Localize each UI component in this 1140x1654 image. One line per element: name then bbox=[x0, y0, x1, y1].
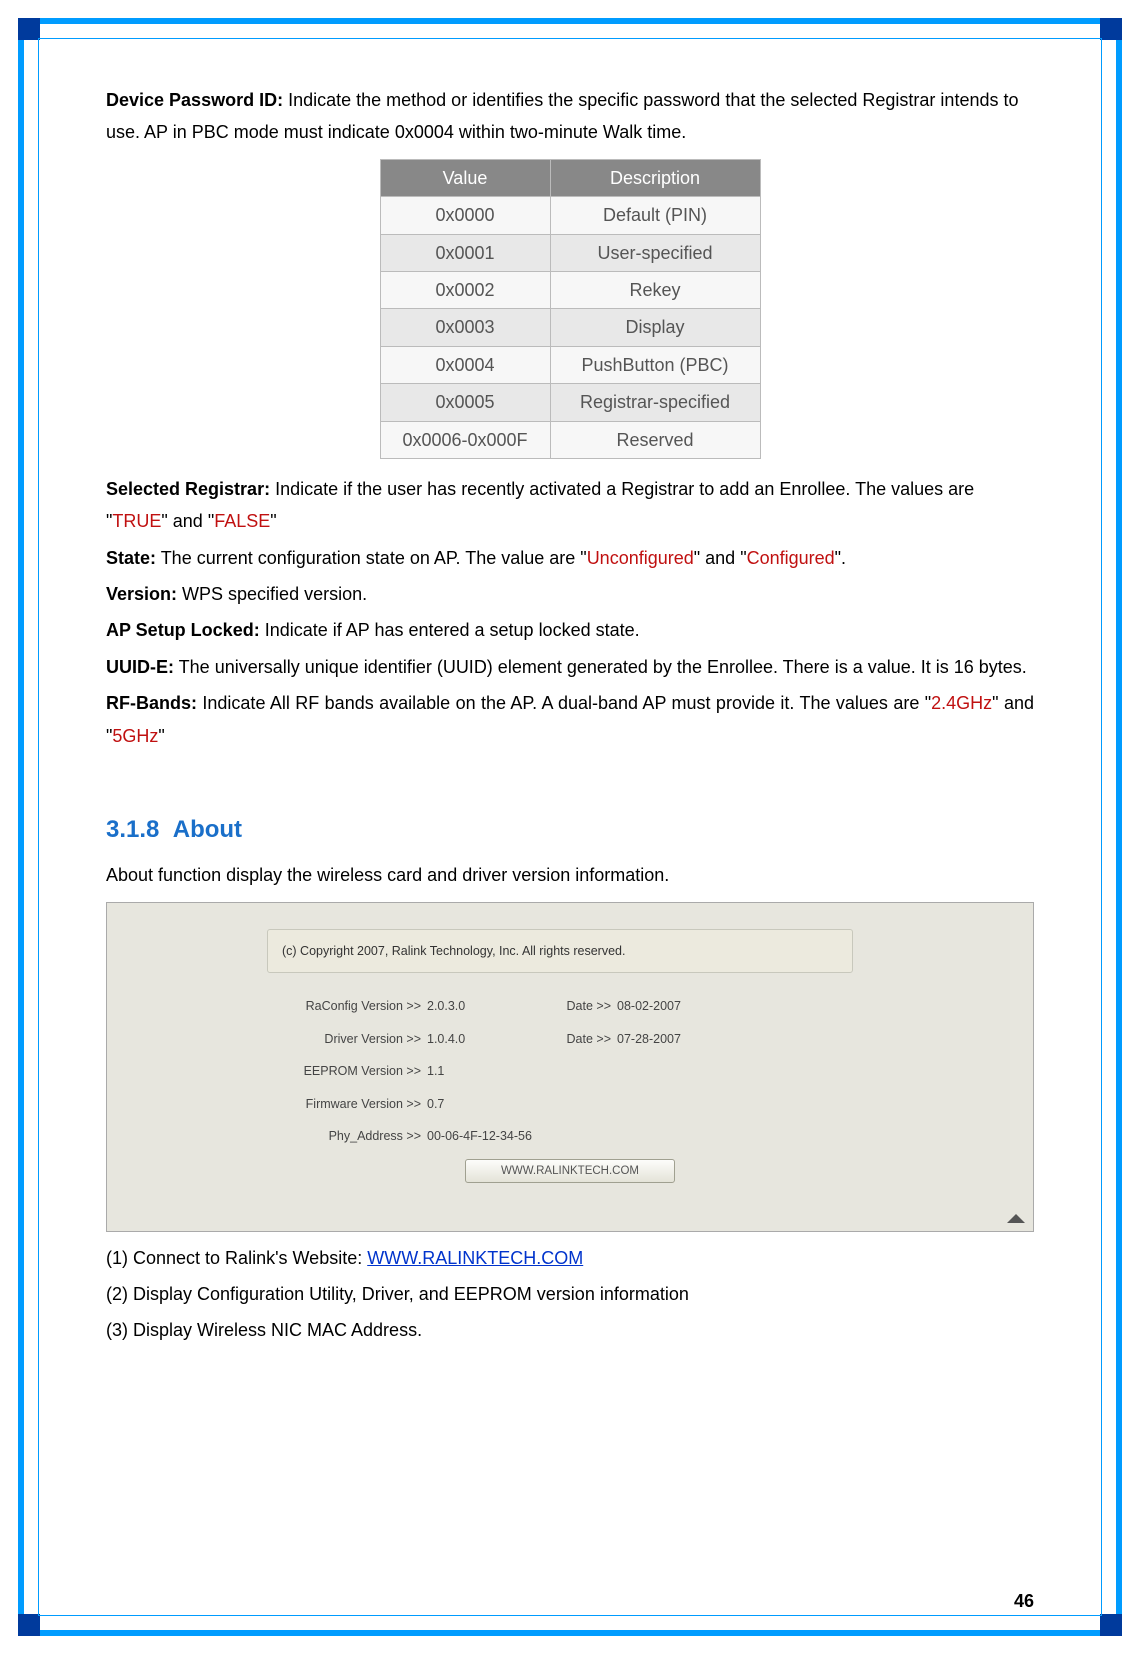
cell-value: 0x0002 bbox=[380, 271, 550, 308]
table-row: 0x0000Default (PIN) bbox=[380, 197, 760, 234]
ralink-website-button[interactable]: WWW.RALINKTECH.COM bbox=[465, 1159, 675, 1183]
cell-value: 0x0000 bbox=[380, 197, 550, 234]
firmware-version-value: 0.7 bbox=[427, 1093, 547, 1116]
text: " bbox=[158, 726, 164, 746]
driver-version-label: Driver Version >> bbox=[257, 1028, 427, 1051]
raconfig-date-value: 08-02-2007 bbox=[617, 995, 737, 1018]
label: Device Password ID: bbox=[106, 90, 283, 110]
corner-icon bbox=[1100, 1614, 1122, 1636]
phy-address-value: 00-06-4F-12-34-56 bbox=[427, 1125, 547, 1148]
page-number: 46 bbox=[1014, 1591, 1034, 1612]
section-intro: About function display the wireless card… bbox=[106, 859, 1034, 891]
cell-desc: Display bbox=[550, 309, 760, 346]
label: Version: bbox=[106, 584, 177, 604]
text: " bbox=[270, 511, 276, 531]
text: The universally unique identifier (UUID)… bbox=[174, 657, 1027, 677]
col-header-value: Value bbox=[380, 159, 550, 196]
section-heading: 3.1.8 About bbox=[106, 808, 1034, 851]
corner-icon bbox=[1100, 18, 1122, 40]
list-item: (3) Display Wireless NIC MAC Address. bbox=[106, 1314, 1034, 1346]
text: WPS specified version. bbox=[177, 584, 367, 604]
corner-icon bbox=[18, 1614, 40, 1636]
driver-version-value: 1.0.4.0 bbox=[427, 1028, 547, 1051]
value-unconfigured: Unconfigured bbox=[587, 548, 694, 568]
firmware-version-label: Firmware Version >> bbox=[257, 1093, 427, 1116]
text: The current configuration state on AP. T… bbox=[156, 548, 587, 568]
text: Indicate if AP has entered a setup locke… bbox=[260, 620, 640, 640]
text: (1) Connect to Ralink's Website: bbox=[106, 1248, 367, 1268]
value-configured: Configured bbox=[747, 548, 835, 568]
cell-desc: Registrar-specified bbox=[550, 384, 760, 421]
eeprom-version-label: EEPROM Version >> bbox=[257, 1060, 427, 1083]
cell-desc: Reserved bbox=[550, 421, 760, 458]
text: ". bbox=[835, 548, 846, 568]
para-uuid-e: UUID-E: The universally unique identifie… bbox=[106, 651, 1034, 683]
list-item: (2) Display Configuration Utility, Drive… bbox=[106, 1278, 1034, 1310]
value-description-table: Value Description 0x0000Default (PIN) 0x… bbox=[380, 159, 761, 459]
col-header-description: Description bbox=[550, 159, 760, 196]
triangle-up-icon[interactable] bbox=[1007, 1214, 1025, 1223]
table-row: 0x0002Rekey bbox=[380, 271, 760, 308]
label: RF-Bands: bbox=[106, 693, 197, 713]
label: Selected Registrar: bbox=[106, 479, 270, 499]
corner-icon bbox=[18, 18, 40, 40]
cell-value: 0x0003 bbox=[380, 309, 550, 346]
eeprom-version-value: 1.1 bbox=[427, 1060, 547, 1083]
about-panel: (c) Copyright 2007, Ralink Technology, I… bbox=[106, 902, 1034, 1232]
cell-value: 0x0004 bbox=[380, 346, 550, 383]
cell-value: 0x0001 bbox=[380, 234, 550, 271]
cell-value: 0x0005 bbox=[380, 384, 550, 421]
para-rf-bands: RF-Bands: Indicate All RF bands availabl… bbox=[106, 687, 1034, 752]
value-true: TRUE bbox=[112, 511, 161, 531]
cell-value: 0x0006-0x000F bbox=[380, 421, 550, 458]
raconfig-date-label: Date >> bbox=[547, 995, 617, 1018]
text: " and " bbox=[161, 511, 214, 531]
cell-desc: Rekey bbox=[550, 271, 760, 308]
para-ap-setup-locked: AP Setup Locked: Indicate if AP has ente… bbox=[106, 614, 1034, 646]
cell-desc: PushButton (PBC) bbox=[550, 346, 760, 383]
table-row: 0x0005Registrar-specified bbox=[380, 384, 760, 421]
raconfig-version-label: RaConfig Version >> bbox=[257, 995, 427, 1018]
raconfig-version-value: 2.0.3.0 bbox=[427, 995, 547, 1018]
para-selected-registrar: Selected Registrar: Indicate if the user… bbox=[106, 473, 1034, 538]
para-state: State: The current configuration state o… bbox=[106, 542, 1034, 574]
list-item: (1) Connect to Ralink's Website: WWW.RAL… bbox=[106, 1242, 1034, 1274]
value-false: FALSE bbox=[214, 511, 270, 531]
about-copyright: (c) Copyright 2007, Ralink Technology, I… bbox=[267, 929, 853, 974]
value-5ghz: 5GHz bbox=[112, 726, 158, 746]
section-title: About bbox=[173, 816, 242, 843]
label: UUID-E: bbox=[106, 657, 174, 677]
table-row: 0x0001User-specified bbox=[380, 234, 760, 271]
table-row: 0x0004PushButton (PBC) bbox=[380, 346, 760, 383]
table-row: 0x0006-0x000FReserved bbox=[380, 421, 760, 458]
cell-desc: User-specified bbox=[550, 234, 760, 271]
text: Indicate All RF bands available on the A… bbox=[197, 693, 931, 713]
para-version: Version: WPS specified version. bbox=[106, 578, 1034, 610]
cell-desc: Default (PIN) bbox=[550, 197, 760, 234]
phy-address-label: Phy_Address >> bbox=[257, 1125, 427, 1148]
table-row: 0x0003Display bbox=[380, 309, 760, 346]
para-device-password-id: Device Password ID: Indicate the method … bbox=[106, 84, 1034, 149]
driver-date-value: 07-28-2007 bbox=[617, 1028, 737, 1051]
section-number: 3.1.8 bbox=[106, 816, 159, 843]
label: AP Setup Locked: bbox=[106, 620, 260, 640]
label: State: bbox=[106, 548, 156, 568]
value-24ghz: 2.4GHz bbox=[931, 693, 992, 713]
text: " and " bbox=[694, 548, 747, 568]
about-description-list: (1) Connect to Ralink's Website: WWW.RAL… bbox=[106, 1242, 1034, 1347]
ralink-link[interactable]: WWW.RALINKTECH.COM bbox=[367, 1248, 583, 1268]
about-info-grid: RaConfig Version >> 2.0.3.0 Date >> 08-0… bbox=[257, 995, 853, 1148]
driver-date-label: Date >> bbox=[547, 1028, 617, 1051]
